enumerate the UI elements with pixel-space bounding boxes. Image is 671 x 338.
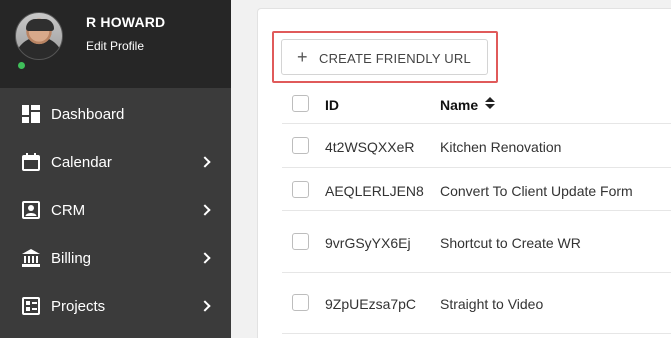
row-checkbox[interactable] xyxy=(292,294,309,311)
online-status-dot xyxy=(16,60,27,71)
user-name: R HOWARD xyxy=(86,14,166,30)
row-id: 9vrGSyYX6Ej xyxy=(325,235,411,251)
row-name: Straight to Video xyxy=(440,296,544,312)
row-name: Shortcut to Create WR xyxy=(440,235,581,251)
chevron-right-icon xyxy=(199,204,211,216)
sidebar: R HOWARD Edit Profile Dashboard Calendar xyxy=(0,0,231,338)
sidebar-item-label: Billing xyxy=(51,249,92,267)
row-checkbox[interactable] xyxy=(292,137,309,154)
chevron-right-icon xyxy=(199,156,211,168)
chevron-right-icon xyxy=(199,300,211,312)
contact-card-icon xyxy=(22,201,40,219)
calendar-icon xyxy=(22,153,40,171)
sidebar-item-label: Projects xyxy=(51,297,106,315)
sidebar-nav: Dashboard Calendar CRM Billing Projects xyxy=(0,90,231,330)
plus-icon: + xyxy=(297,47,308,67)
chevron-right-icon xyxy=(199,252,211,264)
column-header-id[interactable]: ID xyxy=(325,97,339,113)
row-divider xyxy=(282,333,671,334)
projects-list-icon xyxy=(22,297,40,315)
header-divider xyxy=(282,123,671,124)
row-id: AEQLERLJEN8 xyxy=(325,183,424,199)
row-name: Convert To Client Update Form xyxy=(440,183,633,199)
sidebar-item-label: CRM xyxy=(51,201,86,219)
row-checkbox[interactable] xyxy=(292,181,309,198)
row-id: 4t2WSQXXeR xyxy=(325,139,415,155)
sidebar-item-dashboard[interactable]: Dashboard xyxy=(0,90,231,138)
column-header-name[interactable]: Name xyxy=(440,97,478,113)
edit-profile-link[interactable]: Edit Profile xyxy=(86,39,144,53)
create-friendly-url-label: CREATE FRIENDLY URL xyxy=(319,51,471,66)
sidebar-item-calendar[interactable]: Calendar xyxy=(0,138,231,186)
create-friendly-url-button[interactable]: + CREATE FRIENDLY URL xyxy=(281,39,488,75)
sort-icon[interactable] xyxy=(485,97,495,111)
profile-panel: R HOWARD Edit Profile xyxy=(0,0,231,88)
avatar[interactable] xyxy=(15,12,63,60)
sidebar-item-crm[interactable]: CRM xyxy=(0,186,231,234)
row-checkbox[interactable] xyxy=(292,233,309,250)
select-all-checkbox[interactable] xyxy=(292,95,309,112)
bank-icon xyxy=(22,249,40,267)
sidebar-item-label: Dashboard xyxy=(51,105,125,123)
row-divider xyxy=(282,167,671,168)
row-divider xyxy=(282,210,671,211)
sidebar-item-label: Calendar xyxy=(51,153,112,171)
sidebar-item-projects[interactable]: Projects xyxy=(0,282,231,330)
row-divider xyxy=(282,272,671,273)
row-id: 9ZpUEzsa7pC xyxy=(325,296,417,312)
dashboard-icon xyxy=(22,105,40,123)
sidebar-item-billing[interactable]: Billing xyxy=(0,234,231,282)
row-name: Kitchen Renovation xyxy=(440,139,562,155)
